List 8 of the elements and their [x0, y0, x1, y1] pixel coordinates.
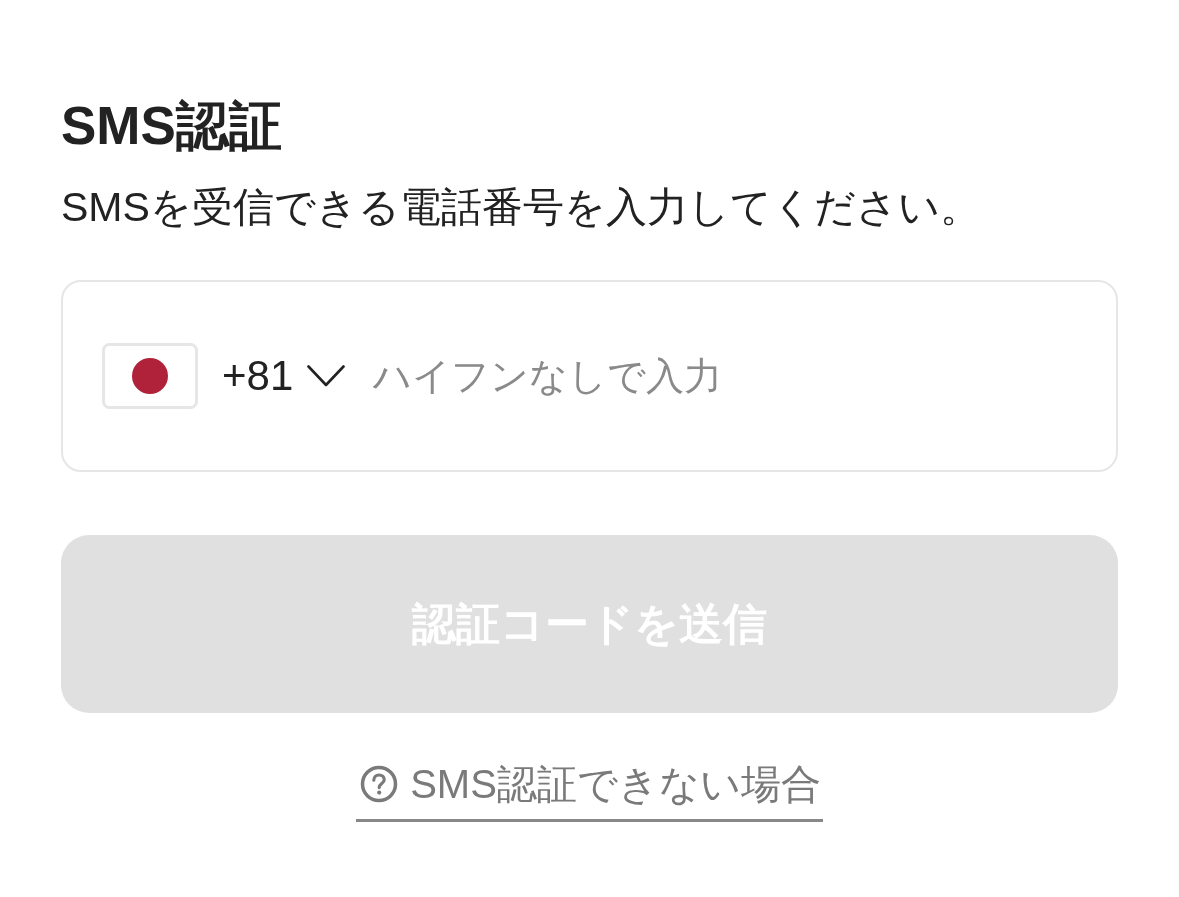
question-circle-icon [360, 765, 399, 803]
page-title: SMS認証 [61, 95, 282, 157]
country-code-select[interactable]: +81 [102, 343, 346, 409]
instruction-text: SMSを受信できる電話番号を入力してください。 [61, 183, 981, 232]
flag-icon [102, 343, 198, 409]
phone-number-input[interactable]: ハイフンなしで入力 [373, 351, 1086, 401]
chevron-down-icon [307, 365, 346, 387]
help-link[interactable]: SMS認証できない場合 [356, 759, 823, 822]
